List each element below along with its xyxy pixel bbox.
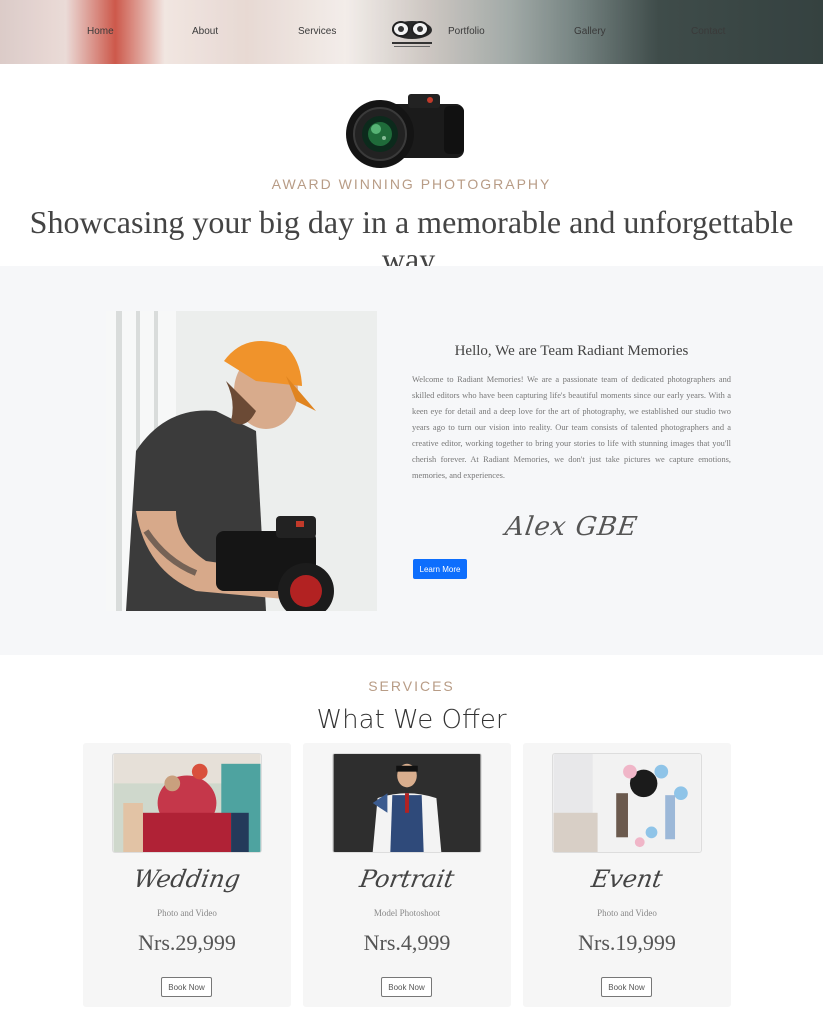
services-eyebrow: SERVICES — [368, 678, 455, 694]
service-price: Nrs.19,999 — [578, 930, 676, 955]
nav-home[interactable]: Home — [87, 26, 114, 37]
service-price: Nrs.4,999 — [363, 930, 451, 955]
nav-contact[interactable]: Contact — [691, 26, 725, 37]
service-name: Portrait — [357, 865, 457, 893]
wedding-image — [112, 753, 262, 853]
service-subtitle: Photo and Video — [597, 908, 657, 918]
book-now-button[interactable]: Book Now — [161, 977, 212, 997]
portrait-image — [332, 753, 482, 853]
signature: Alex GBE — [503, 512, 640, 542]
nav-about[interactable]: About — [192, 26, 218, 37]
about-text: Welcome to Radiant Memories! We are a pa… — [412, 375, 731, 480]
service-name: Wedding — [131, 865, 243, 893]
service-card-wedding: Wedding Photo and Video Nrs.29,999 Book … — [83, 743, 291, 1007]
services-title: What We Offer — [316, 705, 507, 735]
nav-gallery[interactable]: Gallery — [574, 26, 606, 37]
navbar: Home About Services Portfolio Gallery Co… — [0, 0, 823, 64]
nav-services[interactable]: Services — [298, 26, 336, 37]
service-name: Event — [589, 865, 665, 893]
service-subtitle: Model Photoshoot — [373, 908, 441, 918]
camera-image — [346, 94, 464, 168]
book-now-button[interactable]: Book Now — [601, 977, 652, 997]
logo-icon[interactable] — [386, 12, 438, 50]
book-now-button[interactable]: Book Now — [381, 977, 432, 997]
photographer-image — [106, 311, 377, 611]
service-card-portrait: Portrait Model Photoshoot Nrs.4,999 Book… — [303, 743, 511, 1007]
about-section: Hello, We are Team Radiant Memories Welc… — [0, 266, 823, 655]
nav-portfolio[interactable]: Portfolio — [448, 26, 485, 37]
event-image — [552, 753, 702, 853]
service-subtitle: Photo and Video — [157, 908, 217, 918]
about-heading: Hello, We are Team Radiant Memories — [454, 343, 689, 359]
service-card-event: Event Photo and Video Nrs.19,999 Book No… — [523, 743, 731, 1007]
learn-more-button[interactable]: Learn More — [413, 559, 467, 579]
service-price: Nrs.29,999 — [138, 930, 236, 955]
hero-eyebrow: AWARD WINNING PHOTOGRAPHY — [271, 176, 552, 192]
